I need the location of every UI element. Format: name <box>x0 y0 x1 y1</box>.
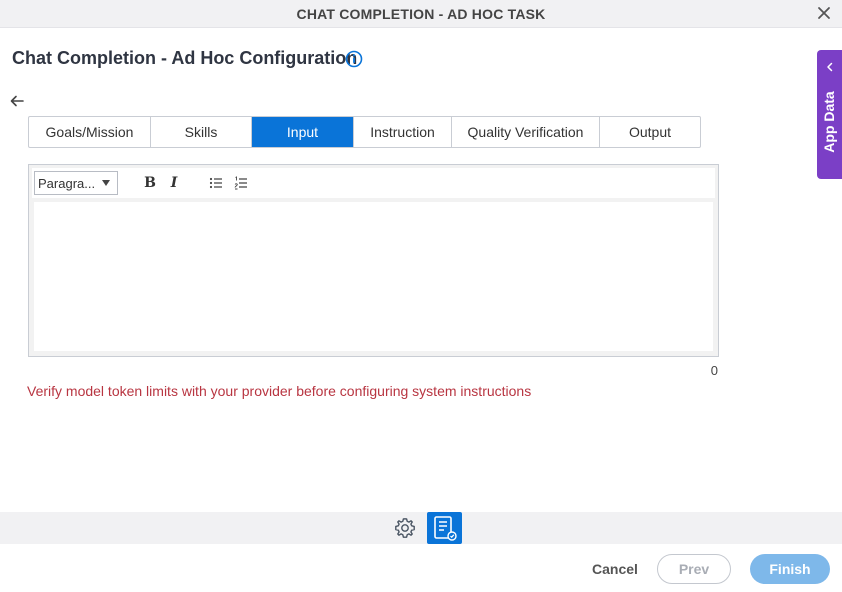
document-ai-icon <box>434 516 457 541</box>
paragraph-format-value: Paragra... <box>38 176 96 191</box>
italic-button[interactable]: I <box>164 173 184 193</box>
numbered-list-button[interactable] <box>231 173 251 193</box>
app-data-label: App Data <box>821 91 837 153</box>
tab-goals-mission[interactable]: Goals/Mission <box>29 117 151 147</box>
dialog-title: CHAT COMPLETION - AD HOC TASK <box>296 6 546 22</box>
prev-button[interactable]: Prev <box>657 554 731 584</box>
info-icon[interactable] <box>345 50 363 68</box>
dialog-titlebar: CHAT COMPLETION - AD HOC TASK <box>0 0 842 28</box>
rich-text-editor: Paragra... B I <box>28 164 719 357</box>
gear-icon[interactable] <box>393 516 417 540</box>
tab-instruction[interactable]: Instruction <box>354 117 452 147</box>
tab-input[interactable]: Input <box>252 117 354 147</box>
config-tabs: Goals/Mission Skills Input Instruction Q… <box>28 116 701 148</box>
close-icon[interactable] <box>816 5 832 21</box>
paragraph-format-select[interactable]: Paragra... <box>34 171 118 195</box>
app-data-panel-toggle[interactable]: App Data <box>817 50 842 179</box>
token-limit-warning: Verify model token limits with your prov… <box>27 383 532 399</box>
finish-button[interactable]: Finish <box>750 554 830 584</box>
bottom-toolbar <box>0 512 842 544</box>
ai-assist-button[interactable] <box>427 512 462 544</box>
tab-output[interactable]: Output <box>600 117 700 147</box>
bulleted-list-button[interactable] <box>206 173 226 193</box>
page-title: Chat Completion - Ad Hoc Configuration <box>12 48 358 68</box>
tab-quality-verification[interactable]: Quality Verification <box>452 117 600 147</box>
back-arrow-icon[interactable] <box>9 93 25 109</box>
editor-toolbar: Paragra... B I <box>32 168 715 198</box>
tab-skills[interactable]: Skills <box>151 117 252 147</box>
character-count: 0 <box>710 363 718 378</box>
bulleted-list-icon <box>209 177 222 189</box>
editor-content-area[interactable] <box>34 202 713 351</box>
cancel-button[interactable]: Cancel <box>585 561 645 577</box>
chevron-down-icon <box>102 180 110 186</box>
chevron-left-icon <box>827 62 833 72</box>
numbered-list-icon <box>234 176 247 190</box>
bold-button[interactable]: B <box>140 173 160 193</box>
